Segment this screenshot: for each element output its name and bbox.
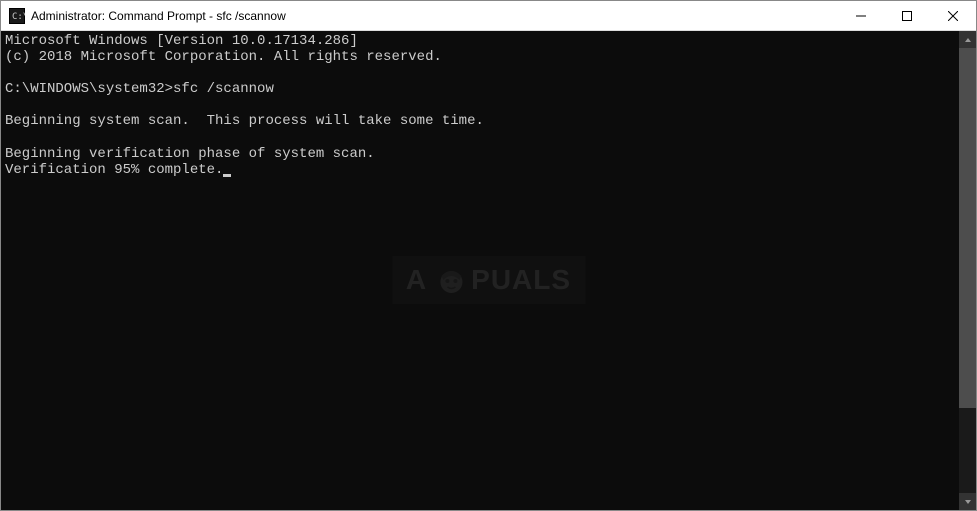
output-line: Verification 95% complete. <box>5 162 223 178</box>
titlebar[interactable]: C:\ Administrator: Command Prompt - sfc … <box>1 1 976 31</box>
window-controls <box>838 1 976 30</box>
cursor <box>223 174 231 177</box>
output-line: Beginning verification phase of system s… <box>5 146 375 162</box>
scroll-track[interactable] <box>959 48 976 493</box>
scroll-up-arrow[interactable] <box>959 31 976 48</box>
terminal-container: Microsoft Windows [Version 10.0.17134.28… <box>1 31 976 510</box>
watermark-icon <box>433 262 469 298</box>
minimize-button[interactable] <box>838 1 884 31</box>
prompt-line: C:\WINDOWS\system32>sfc /scannow <box>5 81 274 97</box>
watermark-prefix: A <box>406 264 427 296</box>
cmd-icon: C:\ <box>9 8 25 24</box>
watermark-suffix: PUALS <box>471 264 571 296</box>
maximize-button[interactable] <box>884 1 930 31</box>
command-prompt-window: C:\ Administrator: Command Prompt - sfc … <box>0 0 977 511</box>
output-line: Microsoft Windows [Version 10.0.17134.28… <box>5 33 358 49</box>
watermark: A PUALS <box>392 256 585 304</box>
output-line: Beginning system scan. This process will… <box>5 113 484 129</box>
window-title: Administrator: Command Prompt - sfc /sca… <box>31 9 838 23</box>
svg-text:C:\: C:\ <box>12 12 25 22</box>
output-line: (c) 2018 Microsoft Corporation. All righ… <box>5 49 442 65</box>
scroll-down-arrow[interactable] <box>959 493 976 510</box>
vertical-scrollbar[interactable] <box>959 31 976 510</box>
close-button[interactable] <box>930 1 976 31</box>
scroll-thumb[interactable] <box>959 48 976 408</box>
